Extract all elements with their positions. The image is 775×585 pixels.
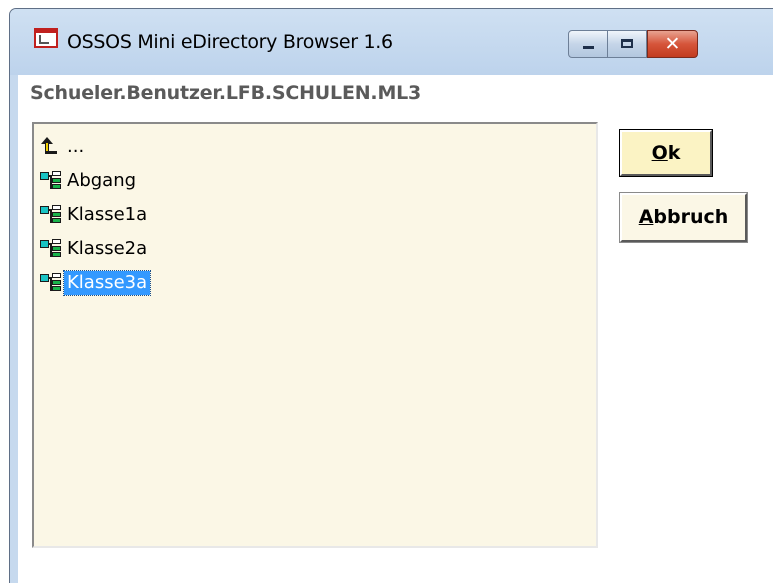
title-bar[interactable]: OSSOS Mini eDirectory Browser 1.6 ✕ [10,9,773,75]
tree-item-label: Klasse1a [67,204,148,225]
abbruch-mnemonic: A [638,206,654,228]
org-unit-icon [40,171,62,191]
parent-up-icon [40,137,62,157]
org-unit-icon [40,205,62,225]
tree-item-parent[interactable]: ... [40,134,87,160]
close-icon: ✕ [664,33,681,55]
org-unit-icon [40,239,62,259]
app-icon-glyph [39,35,49,44]
abbruch-label-rest: bbruch [653,206,729,228]
tree-item-label: Klasse3a [62,270,152,296]
cancel-button[interactable]: Abbruch [619,192,748,243]
tree-item-abgang[interactable]: Abgang [40,168,139,194]
ok-label-rest: k [667,142,681,164]
tree-item-klasse2a[interactable]: Klasse2a [40,236,150,262]
close-button[interactable]: ✕ [647,30,698,58]
tree-item-klasse1a[interactable]: Klasse1a [40,202,150,228]
minimize-button[interactable] [568,30,608,58]
tree-item-label: Klasse2a [67,238,148,259]
maximize-icon [608,31,646,57]
directory-tree-list[interactable]: ... Abgang Klasse1a Klasse2a Klasse3a [32,122,598,548]
org-unit-icon [40,273,62,293]
maximize-button[interactable] [607,30,647,58]
tree-item-klasse3a[interactable]: Klasse3a [40,270,152,296]
tree-item-label: Abgang [67,170,137,191]
app-window-icon[interactable] [34,28,58,48]
window-title: OSSOS Mini eDirectory Browser 1.6 [67,31,393,53]
current-path-label: Schueler.Benutzer.LFB.SCHULEN.ML3 [30,82,422,104]
tree-item-label: ... [67,136,85,157]
ok-button[interactable]: Ok [619,129,713,177]
ok-mnemonic: O [651,142,668,164]
minimize-icon [569,31,607,57]
